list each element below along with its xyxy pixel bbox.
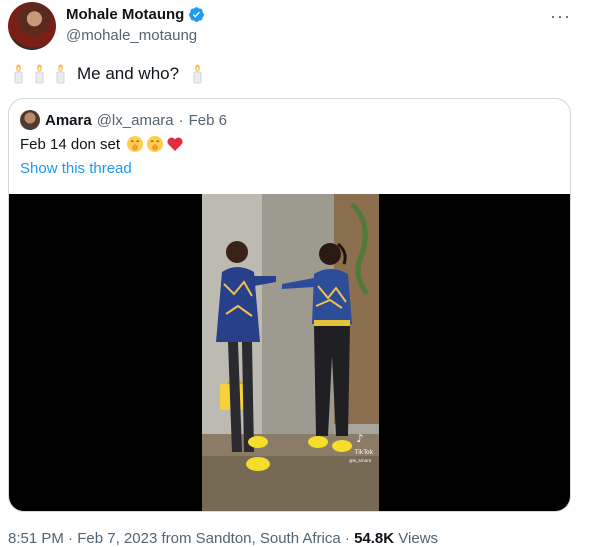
more-options-icon[interactable]: ··· xyxy=(550,6,571,27)
candle-emoji-icon xyxy=(35,64,44,84)
quoted-separator: · xyxy=(178,111,184,129)
candle-emoji-icon xyxy=(14,64,23,84)
tiktok-watermark-handle: @lx_amara xyxy=(349,458,372,463)
author-display-name[interactable]: Mohale Motaung xyxy=(66,6,184,23)
quoted-date: Feb 6 xyxy=(188,111,227,129)
meta-separator: · xyxy=(68,530,74,547)
candle-emoji-icon xyxy=(56,64,65,84)
shushing-face-emoji-icon xyxy=(147,136,164,152)
meta-separator: · xyxy=(344,530,350,547)
tiktok-watermark-label: TikTok xyxy=(354,449,374,456)
author-name-row: Mohale Motaung xyxy=(66,6,205,23)
video-frame: ♪ TikTok @lx_amara xyxy=(202,194,379,511)
tweet-text-content: Me and who? xyxy=(77,64,180,83)
location-prefix: from xyxy=(161,530,192,547)
author-avatar[interactable] xyxy=(8,2,56,50)
show-thread-link[interactable]: Show this thread xyxy=(20,160,132,177)
quoted-display-name: Amara xyxy=(45,111,92,129)
red-heart-emoji-icon xyxy=(167,137,183,151)
quoted-handle: @lx_amara xyxy=(96,111,174,129)
author-handle[interactable]: @mohale_motaung xyxy=(66,27,197,44)
quoted-text: Feb 14 don set xyxy=(20,135,184,153)
quoted-avatar xyxy=(20,110,40,130)
tweet: Mohale Motaung @mohale_motaung ··· Me an… xyxy=(0,0,589,547)
verified-badge-icon xyxy=(189,7,205,22)
tweet-time[interactable]: 8:51 PM xyxy=(8,530,64,547)
tweet-location: Sandton, South Africa xyxy=(195,530,341,547)
shushing-face-emoji-icon xyxy=(127,136,144,152)
quoted-header: Amara @lx_amara · Feb 6 xyxy=(20,110,227,130)
views-label: Views xyxy=(398,530,439,547)
quoted-video[interactable]: ♪ TikTok @lx_amara xyxy=(9,194,570,511)
views-count[interactable]: 54.8K xyxy=(354,530,394,547)
tweet-text: Me and who? xyxy=(10,64,206,84)
quoted-text-content: Feb 14 don set xyxy=(20,135,121,153)
tweet-meta: 8:51 PM · Feb 7, 2023 from Sandton, Sout… xyxy=(8,530,438,547)
tiktok-logo-icon: ♪ xyxy=(356,432,363,445)
video-still-image: ♪ TikTok @lx_amara xyxy=(202,194,379,511)
tweet-date[interactable]: Feb 7, 2023 xyxy=(77,530,157,547)
candle-emoji-icon xyxy=(193,64,202,84)
quoted-tweet[interactable]: Amara @lx_amara · Feb 6 Feb 14 don set S… xyxy=(8,98,571,512)
